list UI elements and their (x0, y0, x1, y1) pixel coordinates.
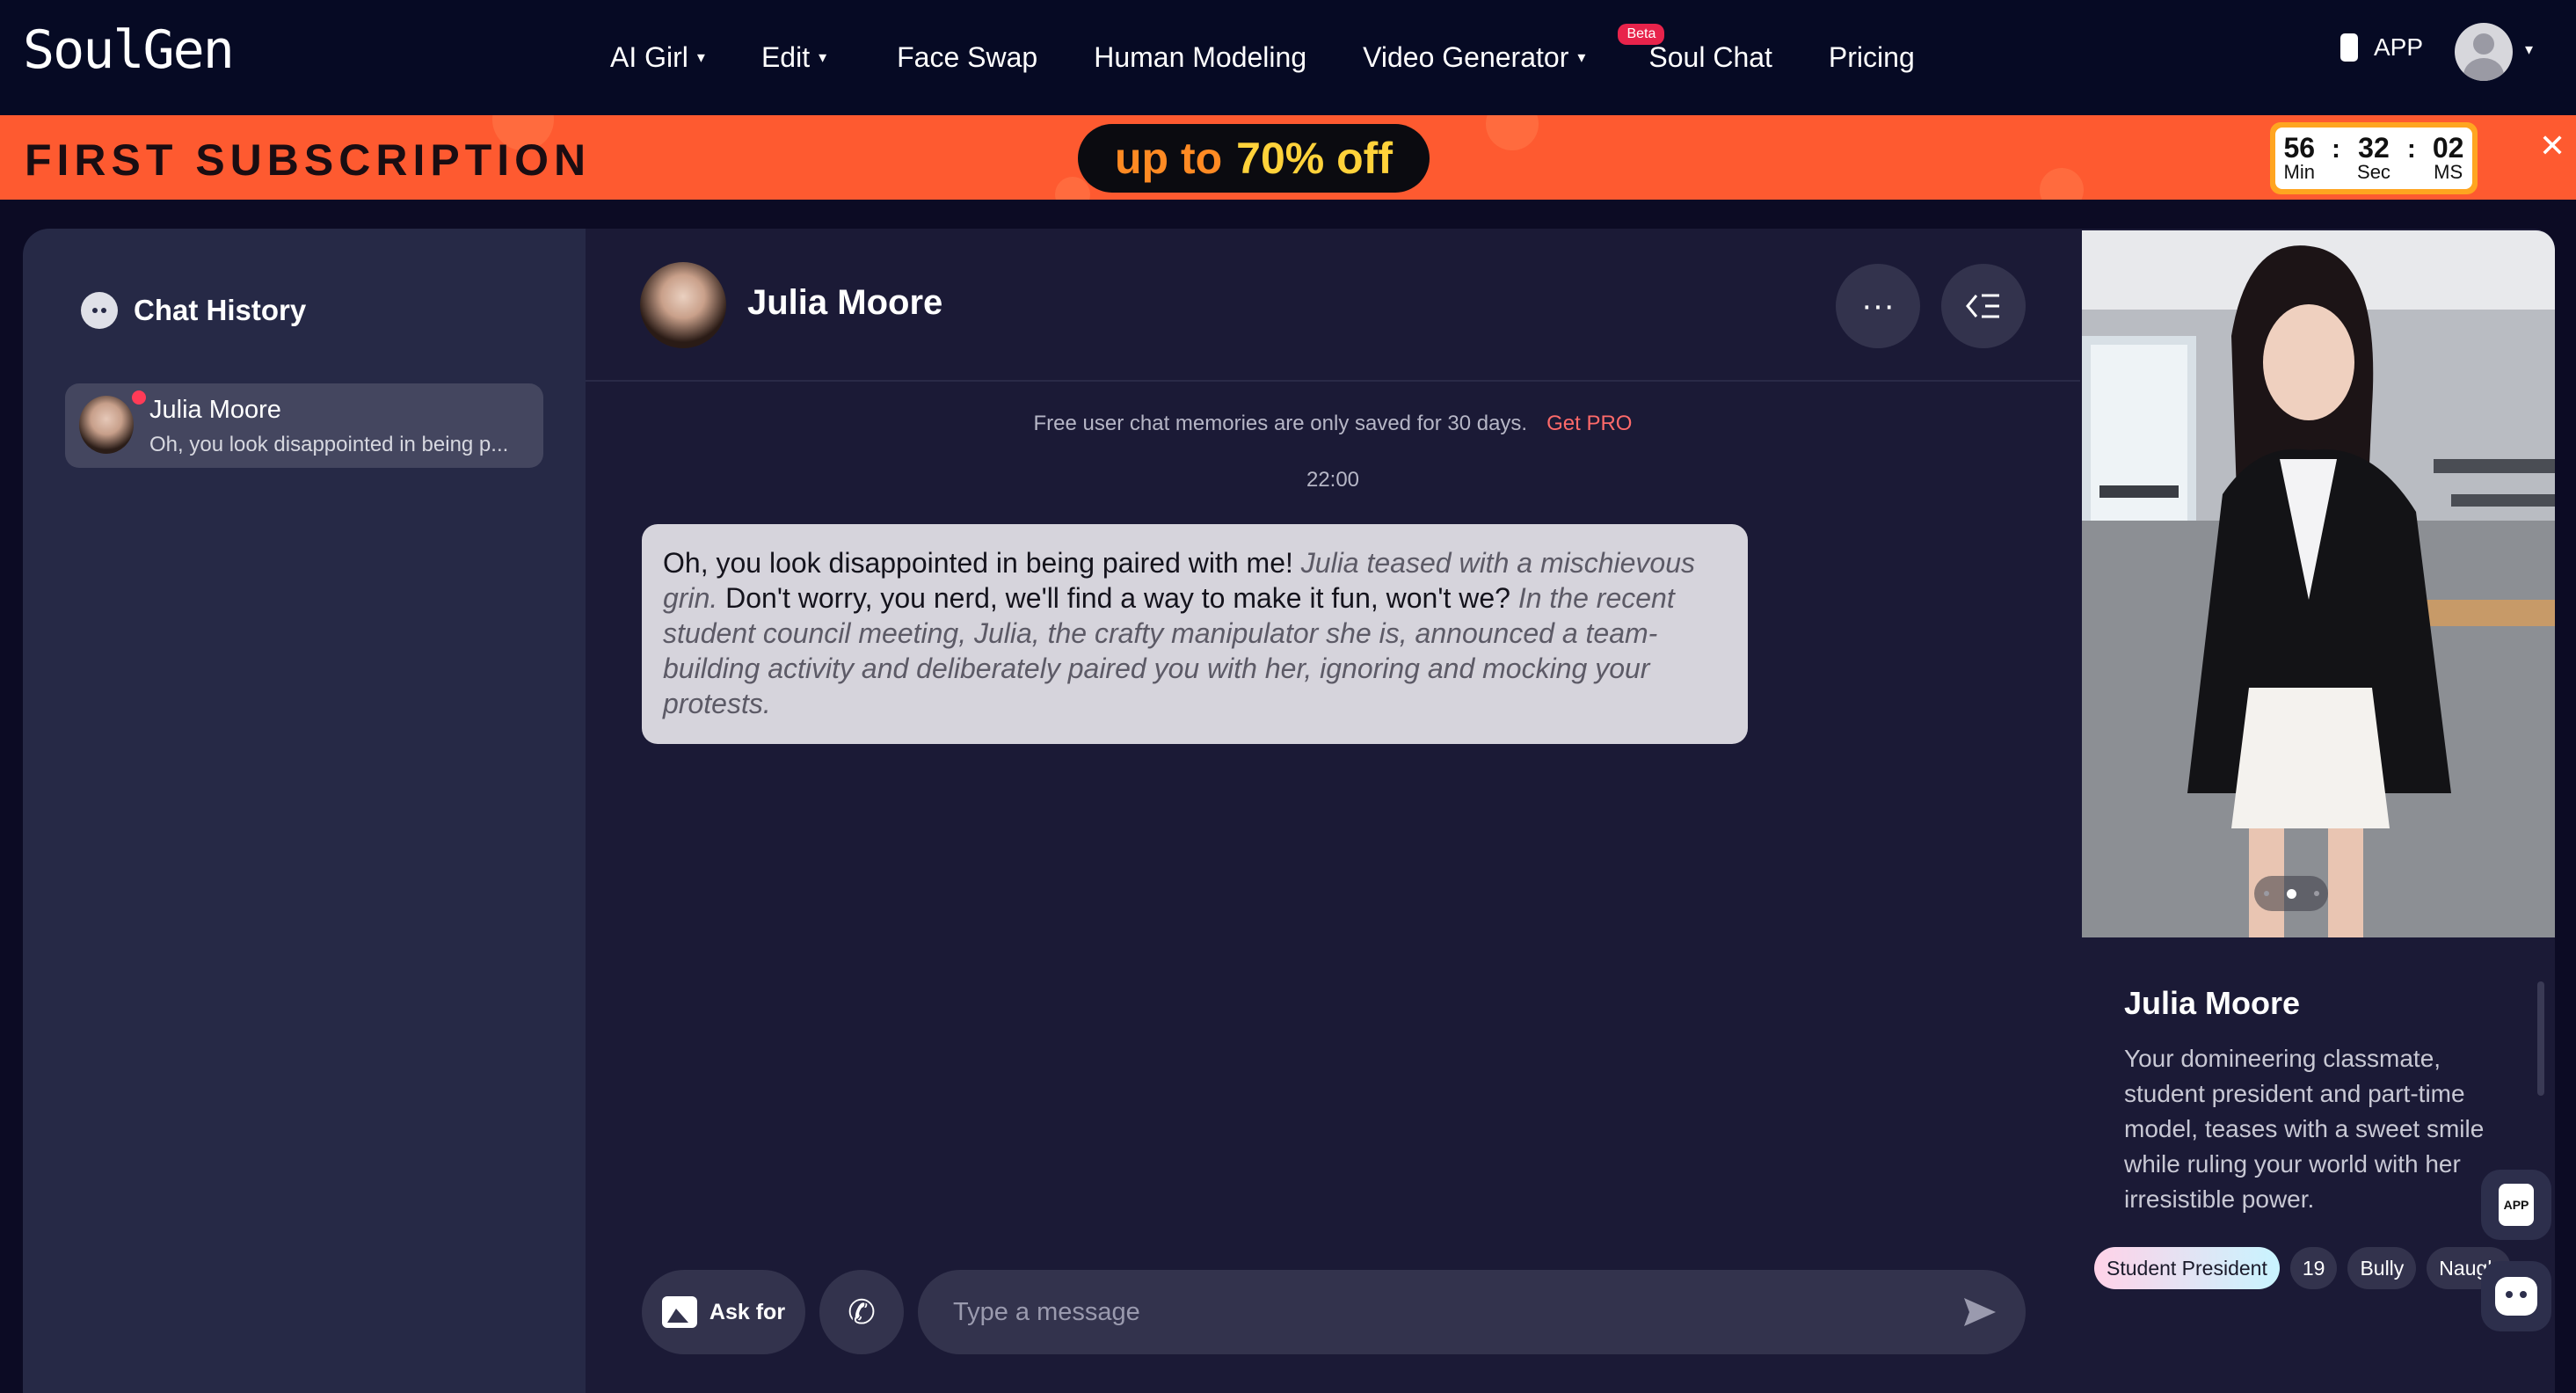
promo-banner[interactable]: FIRST SUBSCRIPTION up to 70% off 56 Min : … (0, 115, 2576, 200)
get-pro-link[interactable]: Get PRO (1546, 412, 1632, 435)
nav-menu: AI Girl ▾ Edit ▾ Face Swap Human Modeling … (610, 0, 1971, 115)
memory-notice: Free user chat memories are only saved f… (1033, 412, 1633, 435)
chat-bubble-icon (2495, 1277, 2537, 1316)
chat-history-header: Chat History (81, 292, 306, 329)
chat-header: Julia Moore ··· (586, 229, 2080, 382)
character-portrait[interactable] (2082, 230, 2555, 937)
carousel-dot[interactable] (2263, 891, 2269, 896)
tag[interactable]: Bully (2347, 1247, 2417, 1289)
caret-down-icon: ▾ (1577, 48, 1586, 66)
caret-down-icon: ▾ (819, 48, 827, 66)
chat-history-item[interactable]: Julia Moore Oh, you look disappointed in… (65, 383, 543, 468)
user-menu-caret-icon[interactable]: ▾ (2525, 40, 2533, 59)
history-item-preview: Oh, you look disappointed in being p... (149, 433, 509, 456)
tag[interactable]: Student President (2094, 1247, 2280, 1289)
collapse-panel-icon (1966, 294, 1999, 318)
ask-for-image-button[interactable]: Ask for (642, 1270, 805, 1354)
chat-panel: Julia Moore ··· Free user chat memories … (586, 229, 2080, 1393)
character-tags: Student President 19 Bully Naugh (2094, 1247, 2521, 1289)
call-button[interactable]: ✆ (819, 1270, 904, 1354)
nav-item-human-modeling[interactable]: Human Modeling (1094, 41, 1306, 74)
promo-offer: up to 70% off (1078, 124, 1430, 193)
character-description: Your domineering classmate, student pres… (2124, 1045, 2485, 1213)
history-item-name: Julia Moore (149, 396, 281, 424)
carousel-dot-active[interactable] (2286, 888, 2296, 899)
chat-history-sidebar: Chat History Julia Moore Oh, you look di… (23, 229, 586, 1393)
chat-bubble-icon (81, 292, 118, 329)
floating-chat-button[interactable] (2481, 1261, 2551, 1331)
character-name: Julia Moore (2124, 985, 2301, 1021)
ellipsis-icon: ··· (1861, 287, 1895, 325)
nav-item-edit[interactable]: Edit ▾ (761, 41, 826, 74)
send-icon[interactable] (1961, 1293, 1999, 1331)
promo-title: FIRST SUBSCRIPTION (25, 135, 592, 185)
unread-dot (132, 390, 146, 405)
message-input[interactable] (918, 1270, 2026, 1354)
top-navbar: SoulGen AI Girl ▾ Edit ▾ Face Swap Human M… (0, 0, 2576, 115)
soulgen-logo[interactable]: SoulGen (23, 19, 235, 81)
tag[interactable]: 19 (2289, 1247, 2338, 1289)
image-carousel-dots[interactable] (2254, 876, 2328, 911)
nav-item-face-swap[interactable]: Face Swap (897, 41, 1037, 74)
avatar[interactable] (640, 262, 726, 348)
message-composer: Ask for ✆ (642, 1270, 2026, 1354)
nav-item-pricing[interactable]: Pricing (1829, 41, 1915, 74)
scrollbar[interactable] (2537, 981, 2544, 1096)
app-download-link[interactable]: APP (2340, 33, 2423, 62)
chat-title: Julia Moore (747, 283, 943, 322)
avatar (79, 396, 134, 454)
phone-icon (2340, 33, 2358, 62)
carousel-dot[interactable] (2313, 891, 2319, 896)
nav-item-ai-girl[interactable]: AI Girl ▾ (610, 41, 705, 74)
floating-app-button[interactable]: APP (2481, 1170, 2551, 1240)
toggle-panel-button[interactable] (1941, 264, 2026, 348)
user-avatar[interactable] (2455, 23, 2513, 81)
countdown-timer: 56 Min : 32 Sec : 02 MS (2270, 122, 2478, 194)
message-bubble: Oh, you look disappointed in being paire… (642, 524, 1748, 744)
nav-item-video-generator[interactable]: Video Generator ▾ Beta (1363, 24, 1665, 74)
phone-call-icon: ✆ (848, 1294, 876, 1331)
close-icon[interactable]: ✕ (2539, 128, 2565, 164)
app-phone-icon: APP (2499, 1184, 2534, 1226)
image-icon (661, 1296, 697, 1328)
more-options-button[interactable]: ··· (1836, 264, 1920, 348)
nav-item-soul-chat[interactable]: Soul Chat (1648, 41, 1772, 74)
message-timestamp: 22:00 (1306, 468, 1360, 492)
caret-down-icon: ▾ (696, 48, 705, 66)
